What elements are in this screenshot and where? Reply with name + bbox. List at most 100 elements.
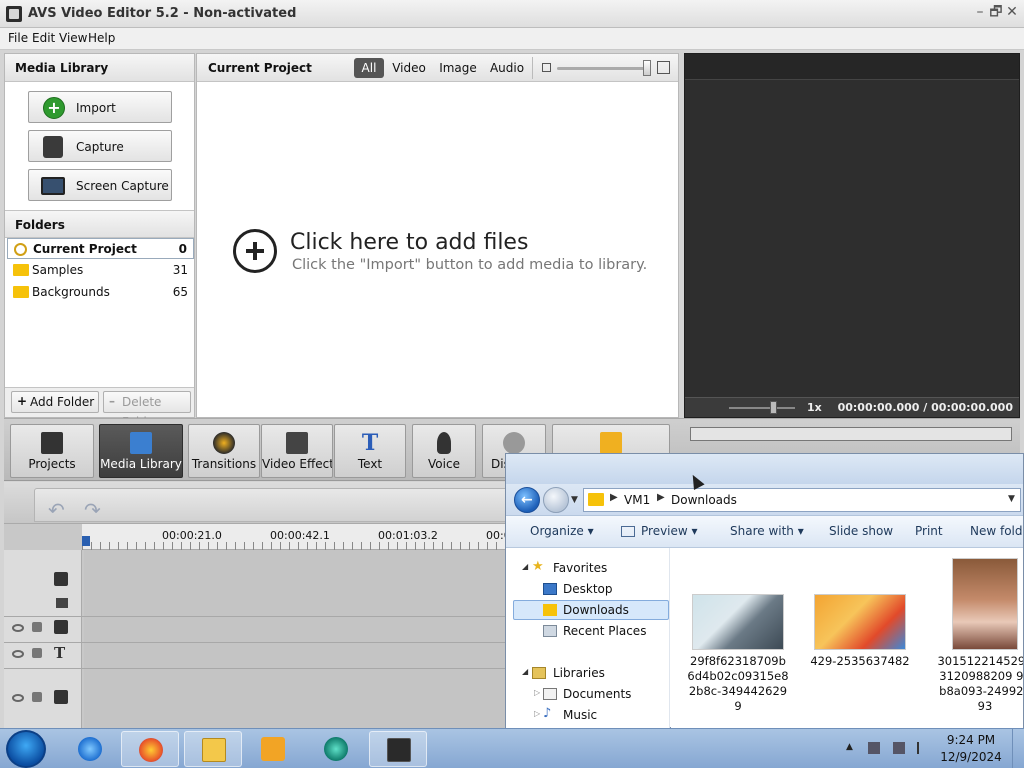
file-item[interactable]: 429-2535637482 (809, 594, 911, 669)
eye-icon[interactable] (12, 624, 24, 632)
zoom-slider-track[interactable] (557, 67, 649, 70)
menu-help[interactable]: Help (88, 31, 115, 45)
breadcrumb-downloads[interactable]: Downloads (671, 493, 737, 507)
import-button[interactable]: + Import (28, 91, 172, 123)
menu-edit[interactable]: Edit (32, 31, 55, 45)
video-effects-button[interactable]: Video Effects (261, 424, 333, 478)
forward-button[interactable] (543, 487, 569, 513)
nav-downloads[interactable]: Downloads (506, 600, 670, 620)
history-dropdown-icon[interactable]: ▼ (571, 495, 578, 505)
nav-libraries[interactable]: ◢ Libraries (506, 663, 670, 683)
nav-music[interactable]: ▷ ♪ Music (506, 705, 670, 725)
add-folder-button[interactable]: + Add Folder (11, 391, 99, 413)
file-item[interactable]: 29f8f62318709b6d4b02c09315e82b8c-3494426… (687, 594, 789, 714)
tray-expand-icon[interactable]: ▲ (846, 742, 858, 754)
eye-icon[interactable] (12, 650, 24, 658)
folder-samples[interactable]: Samples 31 (7, 260, 194, 281)
nav-favorites[interactable]: ◢ ★ Favorites (506, 558, 670, 578)
clock-time[interactable]: 9:24 PM (936, 733, 1006, 747)
taskbar-app[interactable] (307, 731, 365, 767)
playhead-marker[interactable] (82, 536, 90, 546)
eye-icon[interactable] (12, 694, 24, 702)
timeline-tracks[interactable] (84, 550, 506, 728)
capture-button[interactable]: Capture (28, 130, 172, 162)
audio-mute-icon[interactable] (56, 598, 68, 608)
chevron-right-icon: ▶ (610, 492, 618, 503)
music-note-icon: ♪ (543, 706, 552, 721)
action-center-flag-icon[interactable] (917, 742, 929, 754)
add-files-icon[interactable] (233, 229, 277, 273)
share-with-label: Share with (730, 524, 794, 538)
documents-icon (543, 688, 557, 700)
start-button[interactable] (6, 730, 46, 768)
screen-capture-button[interactable]: Screen Capture (28, 169, 172, 201)
speed-slider-handle[interactable] (770, 401, 777, 414)
taskbar-ie[interactable] (61, 731, 119, 767)
transitions-button[interactable]: Transitions (188, 424, 260, 478)
explorer-title-bar[interactable] (506, 454, 1023, 484)
filter-video-tab[interactable]: Video (391, 58, 427, 78)
clock-date[interactable]: 12/9/2024 (936, 750, 1006, 764)
breadcrumb-vm1[interactable]: VM1 (624, 493, 650, 507)
downloads-label: Downloads (563, 603, 629, 617)
folder-icon (13, 286, 29, 298)
taskbar-firefox[interactable] (121, 731, 179, 767)
add-files-title[interactable]: Click here to add files (290, 230, 528, 255)
filter-audio-tab[interactable]: Audio (488, 58, 526, 78)
speed-slider-track[interactable] (729, 407, 795, 409)
taskbar-avs-video-editor[interactable] (369, 731, 427, 767)
taskbar-explorer[interactable] (184, 731, 242, 767)
speaker-muted-icon[interactable] (893, 742, 905, 754)
lock-icon[interactable] (32, 692, 42, 702)
nav-recent-places[interactable]: Recent Places (506, 621, 670, 641)
timeline-ruler[interactable]: 00:00:21.0 00:00:42.1 00:01:03.2 00:0 (82, 524, 511, 550)
menu-view[interactable]: View (59, 31, 87, 45)
voice-button[interactable]: Voice (412, 424, 476, 478)
preview-icon (621, 526, 635, 537)
redo-icon[interactable]: ↷ (84, 498, 101, 522)
nav-desktop[interactable]: Desktop (506, 579, 670, 599)
address-dropdown-icon[interactable]: ▼ (1008, 494, 1015, 504)
clapperboard-icon (41, 432, 63, 454)
zoom-slider-handle[interactable] (643, 60, 651, 76)
menu-file[interactable]: File (8, 31, 28, 45)
projects-button[interactable]: Projects (10, 424, 94, 478)
new-folder-button[interactable]: New fold (970, 524, 1023, 538)
filter-all-tab[interactable]: All (354, 58, 384, 78)
minimize-button[interactable]: – (972, 4, 988, 20)
organize-menu[interactable]: Organize ▾ (530, 524, 594, 538)
file-thumbnail (952, 558, 1018, 650)
lock-icon[interactable] (32, 622, 42, 632)
preview-menu[interactable]: Preview ▾ (641, 524, 698, 538)
filter-image-tab[interactable]: Image (437, 58, 479, 78)
recent-places-label: Recent Places (563, 624, 647, 638)
expand-arrow-icon: ◢ (522, 562, 529, 571)
media-library-button[interactable]: Media Library (99, 424, 183, 478)
file-thumbnail (692, 594, 784, 650)
show-desktop-button[interactable] (1012, 729, 1024, 768)
lock-icon[interactable] (32, 648, 42, 658)
transitions-icon (213, 432, 235, 454)
print-button[interactable]: Print (915, 524, 943, 538)
share-with-menu[interactable]: Share with ▾ (730, 524, 804, 538)
network-icon[interactable] (868, 742, 880, 754)
close-button[interactable]: ✕ (1004, 4, 1020, 20)
folder-backgrounds[interactable]: Backgrounds 65 (7, 282, 194, 303)
text-button[interactable]: T Text (334, 424, 406, 478)
chevron-right-icon: ▶ (657, 492, 665, 503)
current-project-panel: Current Project All Video Image Audio Cl… (196, 53, 679, 418)
address-box[interactable]: ▶ VM1 ▶ Downloads ▼ (583, 488, 1021, 512)
preview-seek-bar[interactable] (690, 427, 1012, 441)
file-item[interactable]: 30151221452993120988209 97b8a093-2499229… (937, 558, 1023, 714)
title-bar: AVS Video Editor 5.2 - Non-activated – 🗗… (0, 0, 1024, 28)
slide-show-button[interactable]: Slide show (829, 524, 893, 538)
maximize-button[interactable]: 🗗 (988, 4, 1004, 20)
nav-documents[interactable]: ▷ Documents (506, 684, 670, 704)
music-label: Music (563, 708, 598, 722)
undo-icon[interactable]: ↶ (48, 498, 65, 522)
delete-folder-button[interactable]: – Delete Folder (103, 391, 191, 429)
media-library-label: Media Library (100, 457, 182, 471)
taskbar-media-player[interactable] (244, 731, 302, 767)
folder-current-project[interactable]: Current Project 0 (7, 238, 194, 259)
plus-icon: + (17, 394, 28, 408)
